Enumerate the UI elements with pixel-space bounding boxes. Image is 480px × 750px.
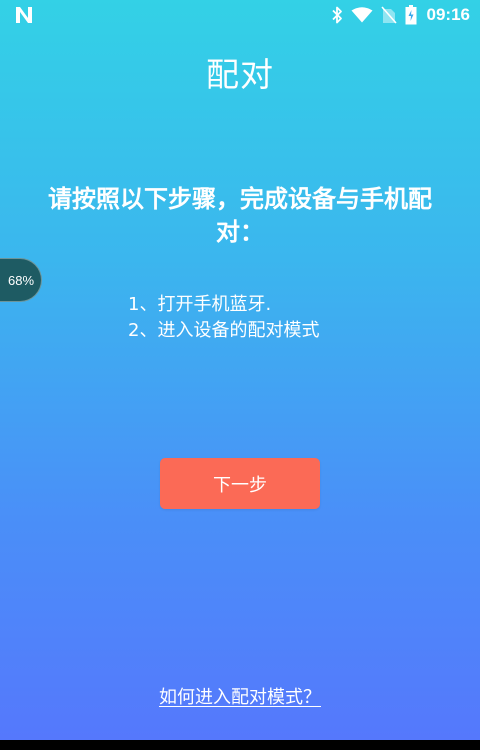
status-bar: 09:16 bbox=[0, 0, 480, 30]
status-time: 09:16 bbox=[426, 5, 470, 24]
steps-list: 1、打开手机蓝牙. 2、进入设备的配对模式 bbox=[128, 292, 428, 344]
status-icons: 09:16 bbox=[331, 0, 470, 30]
page-title: 配对 bbox=[206, 55, 274, 94]
wifi-icon bbox=[351, 7, 373, 23]
navigation-bar bbox=[0, 740, 480, 750]
step-item: 2、进入设备的配对模式 bbox=[128, 320, 320, 341]
instructions-headline: 请按照以下步骤，完成设备与手机配对： bbox=[48, 185, 432, 246]
floating-badge-label: 68% bbox=[7, 272, 35, 288]
pairing-screen: 09:16 配对 请按照以下步骤，完成设备与手机配对： 68% 1、打开手机蓝牙… bbox=[0, 0, 480, 740]
no-sim-icon bbox=[380, 6, 397, 24]
bluetooth-icon bbox=[331, 6, 343, 24]
help-link-container: 如何进入配对模式？ bbox=[0, 683, 480, 709]
next-step-button[interactable]: 下一步 bbox=[160, 458, 320, 509]
battery-icon bbox=[405, 5, 417, 25]
floating-progress-badge[interactable]: 68% bbox=[0, 258, 42, 302]
how-to-pair-link[interactable]: 如何进入配对模式？ bbox=[159, 687, 321, 708]
n-notification-icon bbox=[14, 6, 34, 24]
step-item: 1、打开手机蓝牙. bbox=[128, 294, 272, 315]
